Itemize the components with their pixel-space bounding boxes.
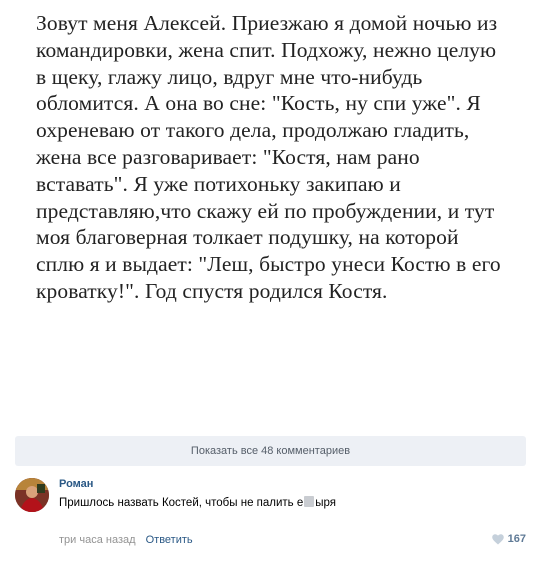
comment-author[interactable]: Роман bbox=[59, 478, 93, 490]
censor-mark bbox=[304, 496, 315, 507]
avatar-image bbox=[15, 478, 49, 512]
avatar[interactable] bbox=[15, 478, 49, 512]
comment-text: Пришлось назвать Костей, чтобы не палить… bbox=[59, 496, 336, 509]
comment-time[interactable]: три часа назад bbox=[59, 534, 136, 546]
show-all-comments-label: Показать все 48 комментариев bbox=[190, 445, 351, 457]
like-count: 167 bbox=[507, 533, 526, 545]
post-text: Зовут меня Алексей. Приезжаю я домой ноч… bbox=[36, 11, 501, 303]
comment-meta: три часа назад Ответить bbox=[59, 534, 193, 546]
comment-text-start: Пришлось назвать Костей, чтобы не палить… bbox=[59, 497, 304, 509]
comment-text-end: ыря bbox=[315, 497, 337, 509]
reply-button[interactable]: Ответить bbox=[146, 534, 193, 546]
show-all-comments-button[interactable]: Показать все 48 комментариев bbox=[15, 436, 526, 466]
heart-icon bbox=[491, 533, 504, 545]
like-button[interactable]: 167 bbox=[491, 533, 526, 545]
comment: Роман Пришлось назвать Костей, чтобы не … bbox=[15, 476, 526, 556]
